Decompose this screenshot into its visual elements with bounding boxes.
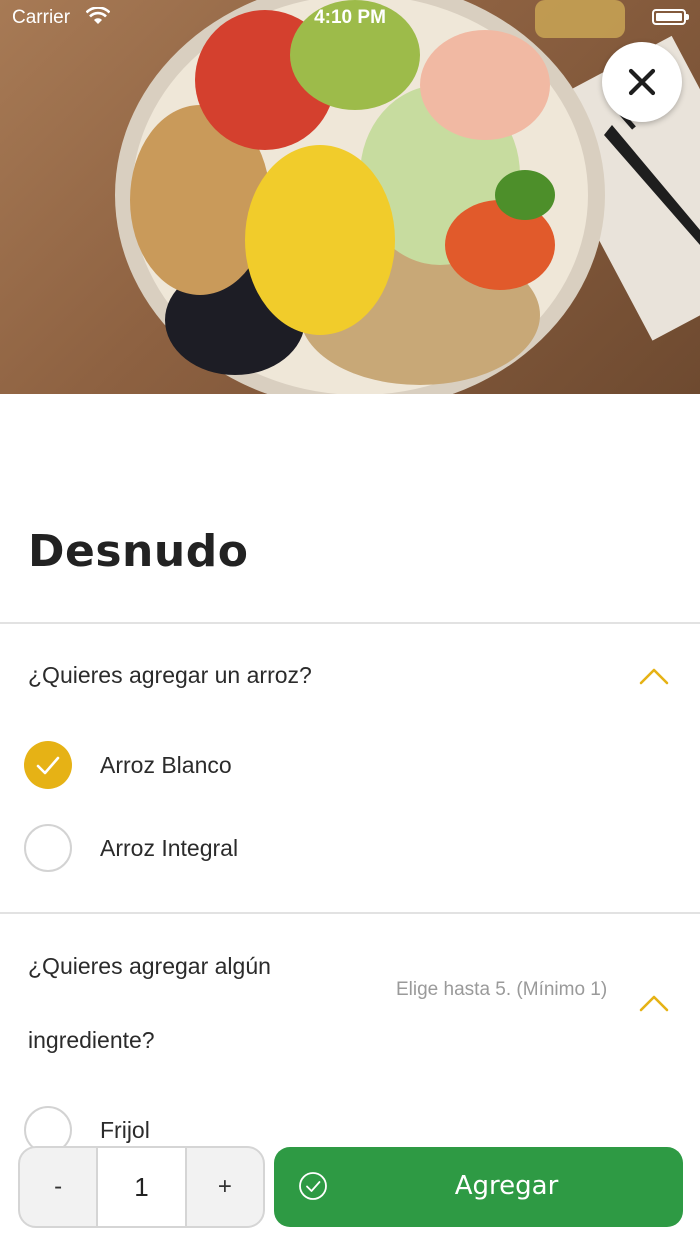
- battery-icon: [652, 9, 689, 25]
- rice-section-title: ¿Quieres agregar un arroz?: [28, 662, 312, 688]
- chevron-up-icon[interactable]: [638, 993, 670, 1013]
- food-photo-icon: [115, 0, 700, 394]
- quantity-value: 1: [96, 1148, 187, 1226]
- section-divider: [0, 912, 700, 914]
- selection-hint: Elige hasta 5. (Mínimo 1): [396, 979, 608, 1000]
- status-bar: Carrier 4:10 PM: [0, 0, 700, 36]
- radio-checked[interactable]: [24, 741, 72, 789]
- ingredients-section-title-line2: ingrediente?: [28, 1027, 155, 1053]
- add-button-label: Agregar: [454, 1171, 559, 1201]
- checkmark-icon: [36, 756, 60, 775]
- status-time: 4:10 PM: [314, 7, 386, 28]
- option-label: Arroz Blanco: [100, 752, 232, 778]
- quantity-stepper: - 1 +: [18, 1146, 265, 1228]
- product-title: Desnudo: [28, 526, 249, 577]
- ingredients-section-title-line1: ¿Quieres agregar algún: [28, 953, 271, 979]
- add-to-cart-button[interactable]: Agregar: [274, 1147, 683, 1227]
- section-divider: [0, 622, 700, 624]
- increment-button[interactable]: +: [187, 1148, 263, 1226]
- close-button[interactable]: [602, 42, 682, 122]
- option-arroz-integral[interactable]: Arroz Integral: [0, 816, 700, 880]
- close-icon: [628, 68, 656, 96]
- decrement-button[interactable]: -: [20, 1148, 96, 1226]
- chevron-up-icon[interactable]: [638, 666, 670, 686]
- option-label: Frijol: [100, 1117, 150, 1143]
- hero-food-image: [0, 0, 700, 394]
- option-label: Arroz Integral: [100, 835, 239, 861]
- radio-unchecked[interactable]: [24, 824, 72, 872]
- option-arroz-blanco[interactable]: Arroz Blanco: [0, 733, 700, 797]
